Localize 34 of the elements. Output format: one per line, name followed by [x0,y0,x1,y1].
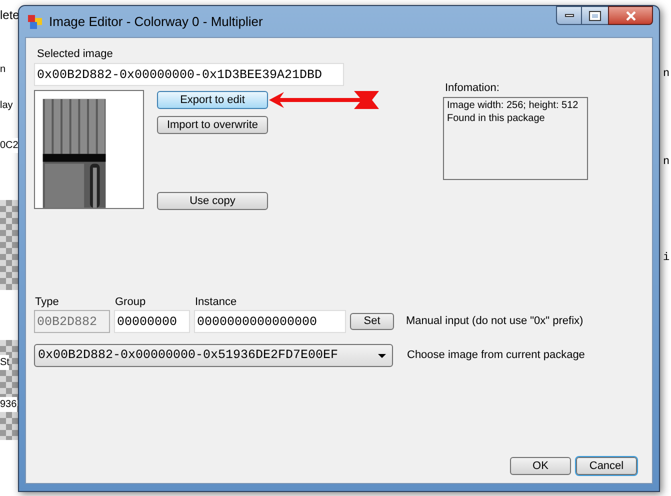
field-label: Type [35,295,60,308]
image-button[interactable]: Import to overwrite [157,116,268,134]
arrow-icon [268,91,380,109]
background-text: lay [0,98,13,113]
close-icon [626,10,636,20]
dropdown-arrow-icon [378,354,386,358]
background-text: n [663,67,670,82]
image-dropdown[interactable]: 0x00B2D882-0x00000000-0x51936DE2FD7E00EF [34,344,393,367]
field-label: Group [115,295,147,308]
selected-image-field[interactable]: 0x00B2D882-0x00000000-0x1D3BEE39A21DBD [34,63,344,86]
window-title: Image Editor - Colorway 0 - Multiplier [49,12,263,31]
background-text: St [0,355,10,370]
maximize-button[interactable] [582,6,608,25]
input-field[interactable]: 0000000000000000 [194,310,346,333]
info-label: Infomation: [445,81,500,94]
image-button[interactable]: Export to edit [157,91,268,109]
close-button[interactable] [608,6,653,25]
background-text: 936 [0,397,17,412]
input-field[interactable]: 00000000 [114,310,190,333]
background-text: i [663,251,670,266]
dialog-button[interactable]: Cancel [576,457,637,475]
set-button[interactable]: Set [350,313,394,330]
dropdown-hint: Choose image from current package [407,348,585,364]
manual-input-hint: Manual input (do not use "0x" prefix) [406,314,584,328]
info-text: Found in this package [447,112,546,125]
background-text: lete [0,7,20,24]
info-text: Image width: 256; height: 512 [447,99,580,112]
dialog-button[interactable]: OK [510,457,571,475]
background-text: n [663,155,670,170]
field-label: Instance [195,295,238,308]
minimize-button[interactable] [556,6,582,25]
image-button[interactable]: Use copy [157,192,268,210]
app-icon [27,14,43,30]
field-label: Selected image [37,47,114,61]
